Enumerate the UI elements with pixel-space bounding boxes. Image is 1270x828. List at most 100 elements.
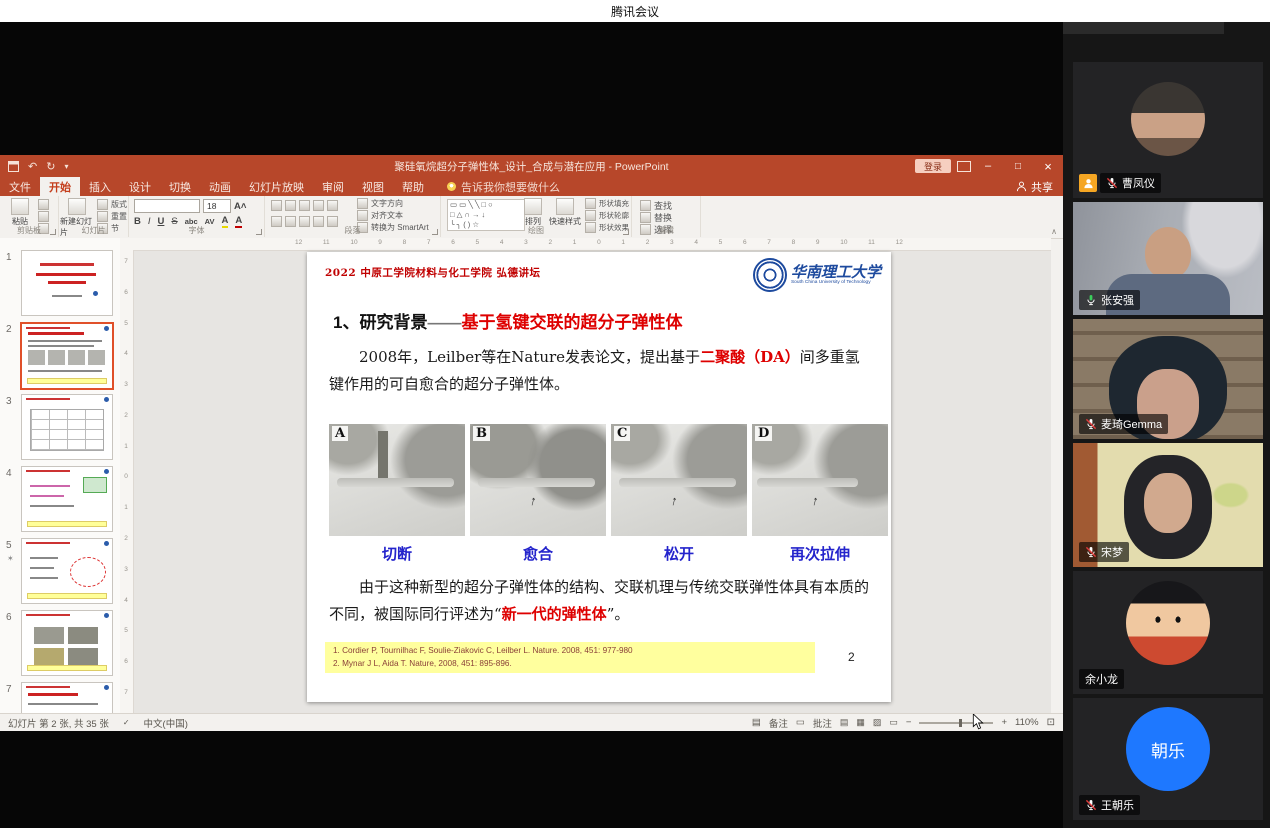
slide-thumbnail-panel[interactable]: 1 2 [0, 238, 121, 713]
zoom-slider-thumb[interactable] [959, 719, 962, 727]
save-icon[interactable] [8, 161, 19, 172]
participant-tile-songmeng[interactable]: 宋梦 [1073, 443, 1263, 567]
font-group: 18 A˄ B I U S abc AV A A 字体 [129, 196, 265, 237]
arrange-button[interactable]: 排列 [521, 198, 545, 227]
participant-tile-yuxiaolong[interactable]: 余小龙 [1073, 571, 1263, 694]
arrow-icon [669, 493, 679, 509]
slideshow-view-icon[interactable] [889, 717, 898, 728]
mic-muted-icon [1085, 418, 1097, 430]
notes-icon[interactable] [752, 717, 761, 728]
text-direction-button[interactable]: 文字方向 [357, 198, 403, 209]
participant-tile-wangchaole[interactable]: 朝乐 王朝乐 [1073, 698, 1263, 820]
fit-to-window-icon[interactable] [1047, 717, 1055, 728]
line-spacing-icon[interactable] [327, 200, 338, 211]
slide-thumbnail-3[interactable] [21, 394, 113, 460]
slide-thumbnail-1[interactable] [21, 250, 113, 316]
cut-button[interactable] [38, 199, 49, 210]
collapse-ribbon-icon[interactable] [1051, 227, 1057, 236]
tell-me-label: 告诉我你想要做什么 [461, 179, 560, 195]
slide-canvas[interactable]: 2022 中原工学院材料与化工学院 弘德讲坛 华南理工大学 South Chin… [133, 250, 1043, 713]
thumbnail-number: 6 [6, 612, 12, 623]
shape-outline-button[interactable]: 形状轮廓 [585, 210, 629, 221]
tab-insert[interactable]: 插入 [80, 177, 120, 196]
screen: 腾讯会议 聚硅氧烷超分子弹性体_设计_合成与潜在应用 - PowerPoint … [0, 0, 1270, 828]
dialog-launcher-icon[interactable] [432, 229, 438, 235]
zoom-out-icon[interactable] [906, 717, 912, 728]
ruler-horizontal-numbers: 1211109876543210123456789101112 [295, 239, 903, 246]
photo-release: C [611, 424, 747, 536]
thumbnail-number: 4 [6, 468, 12, 479]
tab-home[interactable]: 开始 [40, 177, 80, 196]
ribbon-display-options-icon[interactable] [957, 161, 971, 172]
login-button[interactable]: 登录 [915, 159, 951, 173]
participant-name: 张安强 [1101, 292, 1134, 308]
zoom-in-icon[interactable] [1001, 717, 1007, 728]
tab-view[interactable]: 视图 [353, 177, 393, 196]
shape-fill-button[interactable]: 形状填充 [585, 198, 629, 209]
layout-button[interactable]: 版式 [97, 199, 127, 210]
avatar-cartoon [1126, 581, 1210, 665]
ppt-statusbar: 幻灯片 第 2 张, 共 35 张 中文(中国) 备注 批注 1 [0, 713, 1063, 731]
slide-thumbnail-7[interactable] [21, 682, 113, 713]
maximize-button[interactable] [1003, 155, 1033, 177]
slide-page-number: 2 [848, 650, 855, 664]
redo-icon[interactable] [46, 160, 55, 173]
arrow-icon [810, 493, 820, 509]
participant-tile-caofengyi[interactable]: 曹凤仪 [1073, 62, 1263, 198]
increase-indent-icon[interactable] [313, 200, 324, 211]
shape-fill-icon [585, 198, 596, 209]
university-name-en: South China University of Technology [791, 280, 881, 285]
ruler-number: 12 [295, 239, 302, 246]
slide-thumbnail-5[interactable] [21, 538, 113, 604]
minimize-button[interactable] [973, 155, 1003, 177]
tab-file[interactable]: 文件 [0, 177, 40, 196]
participant-tile-maiqigemma[interactable]: 麦琦Gemma [1073, 319, 1263, 439]
tab-design[interactable]: 设计 [120, 177, 160, 196]
notes-button[interactable]: 备注 [769, 716, 788, 730]
dialog-launcher-icon[interactable] [623, 229, 629, 235]
decrease-indent-icon[interactable] [299, 200, 310, 211]
font-name-box[interactable] [134, 199, 200, 213]
zoom-level[interactable]: 110% [1015, 717, 1039, 728]
comments-icon[interactable] [796, 717, 805, 728]
slide-counter: 幻灯片 第 2 张, 共 35 张 [8, 716, 109, 730]
dialog-launcher-icon[interactable] [50, 229, 56, 235]
slide-thumbnail-2-selected[interactable] [20, 322, 114, 390]
qat-customize-icon[interactable] [64, 160, 68, 172]
thumbnail-number: 3 [6, 396, 12, 407]
align-text-button[interactable]: 对齐文本 [357, 210, 403, 221]
tell-me-box[interactable]: 告诉我你想要做什么 [447, 177, 560, 196]
slide-thumbnail-6[interactable] [21, 610, 113, 676]
slide-thumbnail-4[interactable] [21, 466, 113, 532]
ruler-number: 2 [646, 239, 650, 246]
ruler-number: 0 [124, 473, 128, 480]
reset-button[interactable]: 重置 [97, 211, 127, 222]
copy-button[interactable] [38, 211, 49, 222]
grow-font-icon[interactable]: A˄ [234, 201, 246, 212]
close-button[interactable] [1033, 155, 1063, 177]
comments-button[interactable]: 批注 [813, 716, 832, 730]
participant-tile-zhanganqiang[interactable]: 张安强 [1073, 202, 1263, 315]
spellcheck-icon[interactable] [123, 717, 130, 728]
tab-transitions[interactable]: 切换 [160, 177, 200, 196]
language-indicator[interactable]: 中文(中国) [144, 716, 188, 730]
ruler-number: 6 [451, 239, 455, 246]
ruler-number: 3 [670, 239, 674, 246]
tab-review[interactable]: 审阅 [313, 177, 353, 196]
tab-slideshow[interactable]: 幻灯片放映 [240, 177, 313, 196]
tab-animations[interactable]: 动画 [200, 177, 240, 196]
numbering-icon[interactable] [285, 200, 296, 211]
tab-help[interactable]: 帮助 [393, 177, 433, 196]
normal-view-icon[interactable] [840, 717, 849, 728]
dialog-launcher-icon[interactable] [256, 229, 262, 235]
slide-editor: 1211109876543210123456789101112 76543210… [120, 238, 1051, 713]
paste-button[interactable]: 粘贴 [3, 198, 37, 227]
share-button[interactable]: 共享 [1016, 177, 1053, 196]
bullets-icon[interactable] [271, 200, 282, 211]
font-size-box[interactable]: 18 [203, 199, 231, 213]
quick-styles-button[interactable]: 快速样式 [547, 198, 583, 227]
slide-sorter-view-icon[interactable] [856, 717, 865, 728]
undo-icon[interactable] [28, 160, 37, 173]
slide[interactable]: 2022 中原工学院材料与化工学院 弘德讲坛 华南理工大学 South Chin… [307, 252, 891, 702]
reading-view-icon[interactable] [873, 717, 882, 728]
